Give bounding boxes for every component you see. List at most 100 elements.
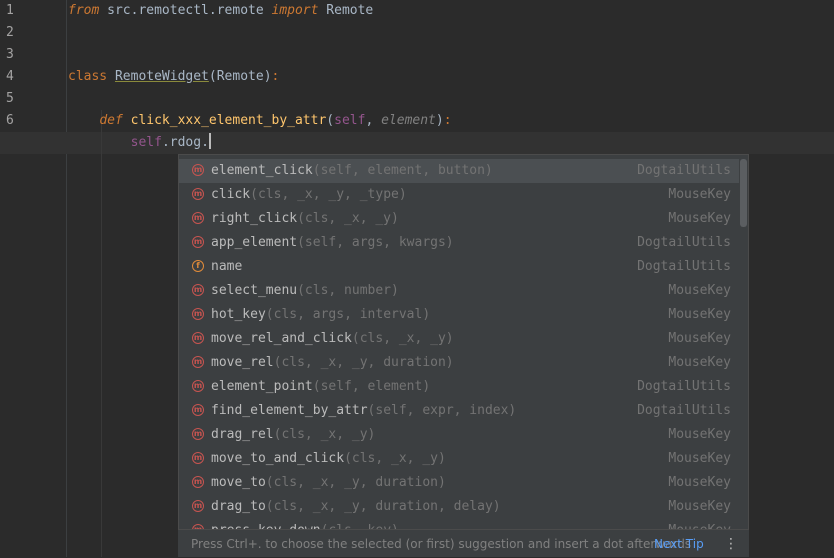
source-class: MouseKey xyxy=(668,451,731,466)
code-line-6[interactable]: def click_xxx_element_by_attr(self, elem… xyxy=(68,110,452,132)
method-name: drag_to xyxy=(211,499,266,514)
method-name: hot_key xyxy=(211,307,266,322)
source-class: MouseKey xyxy=(668,475,731,490)
class-name: RemoteWidget xyxy=(114,69,209,84)
method-icon: m xyxy=(192,212,204,224)
completion-scrollbar[interactable] xyxy=(740,159,747,227)
method-name: right_click xyxy=(211,211,298,226)
method-icon: m xyxy=(192,380,204,392)
code-line-7[interactable]: self.rdog. xyxy=(68,132,211,154)
next-tip-link[interactable]: Next Tip xyxy=(654,530,704,558)
source-class: DogtailUtils xyxy=(637,379,731,394)
colon: : xyxy=(271,69,280,84)
function-name: click_xxx_element_by_attr xyxy=(130,113,327,128)
more-options-icon[interactable]: ⋮ xyxy=(724,530,738,558)
method-name: move_to_and_click xyxy=(211,451,345,466)
completion-item[interactable]: m click(cls, _x, _y, _type) MouseKey xyxy=(179,183,739,207)
code-line-4[interactable]: class RemoteWidget(Remote): xyxy=(68,66,279,88)
field-icon: f xyxy=(192,260,204,272)
method-signature: (cls, _x, _y) xyxy=(273,427,376,442)
line-number: 1 xyxy=(6,3,14,18)
completion-item[interactable]: m move_rel_and_click(cls, _x, _y) MouseKey xyxy=(179,327,739,351)
completion-popup[interactable]: m element_click(self, element, button) Dog… xyxy=(178,154,749,557)
method-signature: (self, expr, index) xyxy=(367,403,517,418)
method-icon: m xyxy=(192,308,204,320)
completion-item[interactable]: m move_to(cls, _x, _y, duration) MouseKey xyxy=(179,471,739,495)
completion-item-name: hot_key(cls, args, interval) xyxy=(211,303,430,327)
keyword-from: from xyxy=(68,3,100,18)
method-signature: (self, element, button) xyxy=(312,163,493,178)
method-signature: (cls, args, interval) xyxy=(265,307,431,322)
line-number: 5 xyxy=(6,91,14,106)
method-icon: m xyxy=(192,332,204,344)
keyword-def: def xyxy=(99,113,123,128)
attribute-access: .rdog. xyxy=(161,135,209,150)
completion-item-name: name xyxy=(211,255,242,279)
source-class: DogtailUtils xyxy=(637,403,731,418)
method-name: element_click xyxy=(211,163,313,178)
completion-item-name: move_rel(cls, _x, _y, duration) xyxy=(211,351,454,375)
completion-item[interactable]: m find_element_by_attr(self, expr, index)… xyxy=(179,399,739,423)
method-signature: (cls, _x, _y, duration) xyxy=(265,475,446,490)
keyword-import: import xyxy=(271,3,319,18)
completion-item-name: right_click(cls, _x, _y) xyxy=(211,207,399,231)
line-number: 3 xyxy=(6,47,14,62)
completion-item[interactable]: m element_point(self, element) DogtailUtil… xyxy=(179,375,739,399)
source-class: DogtailUtils xyxy=(637,163,731,178)
code-line-1[interactable]: from src.remotectl.remote import Remote xyxy=(68,0,373,22)
completion-item-name: move_to_and_click(cls, _x, _y) xyxy=(211,447,446,471)
completion-item[interactable]: m element_click(self, element, button) Dog… xyxy=(179,159,739,183)
method-name: find_element_by_attr xyxy=(211,403,368,418)
completion-item[interactable]: f name DogtailUtils xyxy=(179,255,739,279)
method-name: move_rel xyxy=(211,355,274,370)
method-icon: m xyxy=(192,164,204,176)
paren: ) xyxy=(263,69,272,84)
method-signature: (cls, _x, _y) xyxy=(351,331,454,346)
completion-item[interactable]: m drag_rel(cls, _x, _y) MouseKey xyxy=(179,423,739,447)
method-name: click xyxy=(211,187,251,202)
source-class: MouseKey xyxy=(668,283,731,298)
indent-guide xyxy=(101,110,102,557)
method-signature: (cls, number) xyxy=(297,283,399,298)
method-icon: m xyxy=(192,356,204,368)
completion-item[interactable]: m drag_to(cls, _x, _y, duration, delay) Mo… xyxy=(179,495,739,519)
completion-item[interactable]: m move_rel(cls, _x, _y, duration) MouseKey xyxy=(179,351,739,375)
completion-item[interactable]: m select_menu(cls, number) MouseKey xyxy=(179,279,739,303)
method-signature: (cls, _x, _y, duration) xyxy=(273,355,454,370)
source-class: MouseKey xyxy=(668,331,731,346)
completion-item-name: move_rel_and_click(cls, _x, _y) xyxy=(211,327,454,351)
line-number: 6 xyxy=(6,113,14,128)
element-param: element xyxy=(381,113,436,128)
method-signature: (self, args, kwargs) xyxy=(297,235,454,250)
line-number-gutter: 1 2 3 4 5 6 7 xyxy=(0,0,67,557)
imported-name: Remote xyxy=(318,3,374,18)
method-icon: m xyxy=(192,428,204,440)
completion-item-name: element_click(self, element, button) xyxy=(211,159,493,183)
method-icon: m xyxy=(192,404,204,416)
line-number: 2 xyxy=(6,25,14,40)
completion-item-name: find_element_by_attr(self, expr, index) xyxy=(211,399,516,423)
method-icon: m xyxy=(192,476,204,488)
completion-footer: Press Ctrl+. to choose the selected (or … xyxy=(178,529,749,557)
completion-item-name: select_menu(cls, number) xyxy=(211,279,399,303)
completion-item[interactable]: m hot_key(cls, args, interval) MouseKey xyxy=(179,303,739,327)
completion-item-name: app_element(self, args, kwargs) xyxy=(211,231,454,255)
completion-item[interactable]: m move_to_and_click(cls, _x, _y) MouseKey xyxy=(179,447,739,471)
method-signature: (cls, _x, _y, _type) xyxy=(250,187,407,202)
paren: ) xyxy=(435,113,444,128)
footer-hint: Press Ctrl+. to choose the selected (or … xyxy=(191,537,692,551)
completion-item-name: drag_to(cls, _x, _y, duration, delay) xyxy=(211,495,501,519)
base-class: Remote xyxy=(216,69,264,84)
completion-item[interactable]: m app_element(self, args, kwargs) DogtailU… xyxy=(179,231,739,255)
self-ref: self xyxy=(130,135,162,150)
completion-item[interactable]: m right_click(cls, _x, _y) MouseKey xyxy=(179,207,739,231)
method-name: move_rel_and_click xyxy=(211,331,352,346)
completion-item-name: click(cls, _x, _y, _type) xyxy=(211,183,407,207)
method-icon: m xyxy=(192,500,204,512)
method-name: move_to xyxy=(211,475,266,490)
colon: : xyxy=(443,113,452,128)
method-signature: (cls, _x, _y) xyxy=(297,211,399,226)
completion-item-name: element_point(self, element) xyxy=(211,375,430,399)
